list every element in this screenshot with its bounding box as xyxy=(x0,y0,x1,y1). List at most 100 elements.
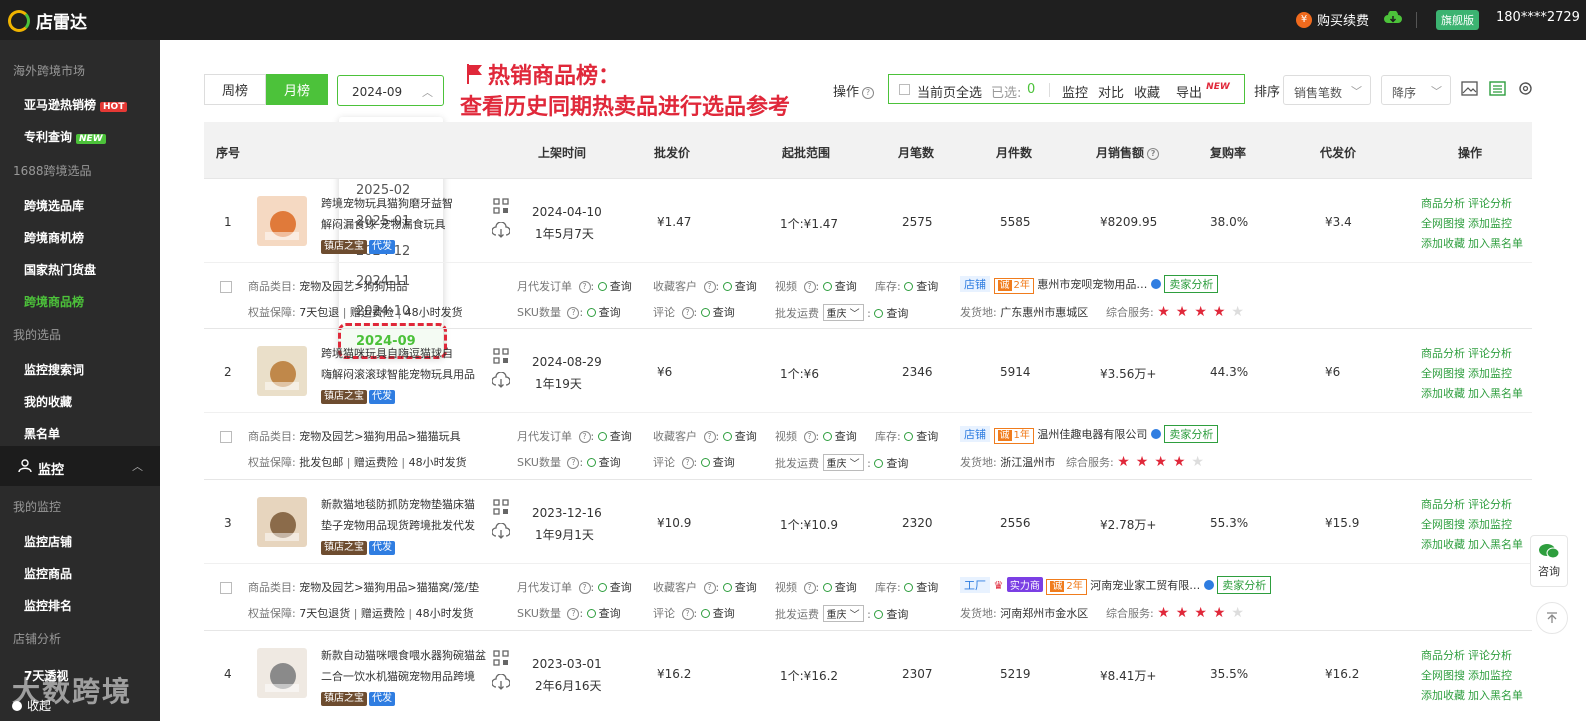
query-link[interactable]: 查询 xyxy=(823,430,857,443)
image-search-link[interactable]: 全网图搜 xyxy=(1421,667,1465,683)
user-account[interactable]: 180****2729 xyxy=(1496,10,1580,25)
query-link[interactable]: 查询 xyxy=(874,457,908,470)
review-analysis-link[interactable]: 评论分析 xyxy=(1468,195,1512,211)
product-name[interactable]: 新款自动猫咪喂食喂水器狗碗猫盆 二合一饮水机猫碗宠物用品跨境 镇店之宝 代发 xyxy=(321,645,486,708)
query-link[interactable]: 查询 xyxy=(874,608,908,621)
favorite-button[interactable]: 收藏 xyxy=(1134,82,1160,101)
product-thumbnail[interactable] xyxy=(257,346,307,396)
tab-month[interactable]: 月榜 xyxy=(266,74,328,105)
col-monthly-sales[interactable]: 月销售额? xyxy=(1096,144,1160,161)
qr-code-icon[interactable] xyxy=(493,348,509,364)
sidebar-item-selection-lib[interactable]: 跨境选品库 xyxy=(24,197,84,214)
tab-week[interactable]: 周榜 xyxy=(204,74,266,105)
sort-select[interactable]: 销售笔数 ﹀ xyxy=(1283,75,1371,105)
qr-code-icon[interactable] xyxy=(493,198,509,214)
collapse-button[interactable]: 收起 xyxy=(12,697,51,714)
sidebar-item-favorites[interactable]: 我的收藏 xyxy=(24,393,72,410)
add-monitor-link[interactable]: 添加监控 xyxy=(1468,516,1512,532)
cloud-download-icon[interactable] xyxy=(492,674,510,690)
cloud-download-icon[interactable] xyxy=(1384,11,1402,25)
add-blacklist-link[interactable]: 加入黑名单 xyxy=(1468,385,1523,401)
select-all-checkbox[interactable] xyxy=(899,84,910,95)
query-link[interactable]: 查询 xyxy=(598,430,632,443)
region-select[interactable]: 重庆 ﹀ xyxy=(822,605,864,622)
add-monitor-link[interactable]: 添加监控 xyxy=(1468,667,1512,683)
query-link[interactable]: 查询 xyxy=(701,456,735,469)
sidebar-item-amazon-hot[interactable]: 亚马逊热销榜 HOT xyxy=(24,96,128,113)
query-link[interactable]: 查询 xyxy=(701,607,735,620)
review-analysis-link[interactable]: 评论分析 xyxy=(1468,345,1512,361)
add-blacklist-link[interactable]: 加入黑名单 xyxy=(1468,536,1523,552)
monitor-button[interactable]: 监控 xyxy=(1062,82,1088,101)
add-favorite-link[interactable]: 添加收藏 xyxy=(1421,235,1465,251)
row-checkbox[interactable] xyxy=(220,431,232,443)
review-analysis-link[interactable]: 评论分析 xyxy=(1468,647,1512,663)
list-view-icon[interactable] xyxy=(1489,81,1506,96)
shop-name[interactable]: 惠州市宠呗宠物用品… xyxy=(1037,278,1147,291)
cloud-download-icon[interactable] xyxy=(492,222,510,238)
query-link[interactable]: 查询 xyxy=(598,581,632,594)
col-repurchase[interactable]: 复购率 xyxy=(1210,144,1246,161)
row-checkbox[interactable] xyxy=(220,281,232,293)
help-icon[interactable]: ? xyxy=(862,86,875,99)
shop-name[interactable]: 河南宠业家工贸有限… xyxy=(1090,579,1200,592)
col-drop-price[interactable]: 代发价 xyxy=(1320,144,1356,161)
product-thumbnail[interactable] xyxy=(257,497,307,547)
query-link[interactable]: 查询 xyxy=(823,581,857,594)
sidebar-item-opportunity[interactable]: 跨境商机榜 xyxy=(24,229,84,246)
query-link[interactable]: 查询 xyxy=(723,280,757,293)
col-listed-date[interactable]: 上架时间 xyxy=(538,144,586,161)
query-link[interactable]: 查询 xyxy=(701,306,735,319)
query-link[interactable]: 查询 xyxy=(723,430,757,443)
seller-analysis-button[interactable]: 卖家分析 xyxy=(1164,425,1219,443)
add-favorite-link[interactable]: 添加收藏 xyxy=(1421,687,1465,703)
cloud-download-icon[interactable] xyxy=(492,372,510,388)
qr-code-icon[interactable] xyxy=(493,650,509,666)
sidebar-item-monitor-shops[interactable]: 监控店铺 xyxy=(24,533,72,550)
product-thumbnail[interactable] xyxy=(257,196,307,246)
add-monitor-link[interactable]: 添加监控 xyxy=(1468,215,1512,231)
back-to-top-button[interactable] xyxy=(1536,602,1568,634)
add-favorite-link[interactable]: 添加收藏 xyxy=(1421,536,1465,552)
col-monthly-pieces[interactable]: 月件数 xyxy=(996,144,1032,161)
image-search-link[interactable]: 全网图搜 xyxy=(1421,516,1465,532)
help-icon[interactable]: ? xyxy=(1147,147,1160,160)
month-select[interactable]: 2024-09 ︿ xyxy=(337,75,444,106)
image-search-link[interactable]: 全网图搜 xyxy=(1421,215,1465,231)
sidebar-item-monitor-rank[interactable]: 监控排名 xyxy=(24,597,72,614)
region-select[interactable]: 重庆 ﹀ xyxy=(822,304,864,321)
product-name[interactable]: 跨境猫咪玩具自嗨逗猫球自 嗨解闷滚滚球智能宠物玩具用品 镇店之宝 代发 xyxy=(321,343,486,406)
product-name[interactable]: 跨境宠物玩具猫狗磨牙益智 解闷漏食球 宠物漏食玩具 镇店之宝 代发 xyxy=(321,193,486,256)
settings-icon[interactable] xyxy=(1517,81,1534,96)
region-select[interactable]: 重庆 ﹀ xyxy=(822,454,864,471)
add-blacklist-link[interactable]: 加入黑名单 xyxy=(1468,235,1523,251)
sidebar-item-monitor-keywords[interactable]: 监控搜索词 xyxy=(24,361,84,378)
seller-analysis-button[interactable]: 卖家分析 xyxy=(1164,275,1219,293)
product-name[interactable]: 新款猫地毯防抓防宠物垫猫床猫 垫子宠物用品现货跨境批发代发 镇店之宝 代发 xyxy=(321,494,486,557)
export-button[interactable]: 导出 NEW xyxy=(1176,82,1230,101)
product-thumbnail[interactable] xyxy=(257,648,307,698)
renew-button[interactable]: ¥ 购买续费 xyxy=(1296,10,1369,29)
query-link[interactable]: 查询 xyxy=(723,581,757,594)
goods-analysis-link[interactable]: 商品分析 xyxy=(1421,195,1465,211)
query-link[interactable]: 查询 xyxy=(587,306,621,319)
sidebar-item-goods-rank[interactable]: 跨境商品榜 xyxy=(24,293,84,310)
sidebar-item-country-hot[interactable]: 国家热门货盘 xyxy=(24,261,96,278)
query-link[interactable]: 查询 xyxy=(904,581,938,594)
query-link[interactable]: 查询 xyxy=(823,280,857,293)
goods-analysis-link[interactable]: 商品分析 xyxy=(1421,496,1465,512)
sidebar-item-blacklist[interactable]: 黑名单 xyxy=(24,425,60,442)
query-link[interactable]: 查询 xyxy=(874,307,908,320)
col-monthly-orders[interactable]: 月笔数 xyxy=(898,144,934,161)
compare-button[interactable]: 对比 xyxy=(1098,82,1124,101)
query-link[interactable]: 查询 xyxy=(904,430,938,443)
query-link[interactable]: 查询 xyxy=(598,280,632,293)
sidebar-item-patent[interactable]: 专利查询 NEW xyxy=(24,128,106,145)
add-monitor-link[interactable]: 添加监控 xyxy=(1468,365,1512,381)
seller-analysis-button[interactable]: 卖家分析 xyxy=(1217,576,1272,594)
row-checkbox[interactable] xyxy=(220,582,232,594)
select-all-label[interactable]: 当前页全选 xyxy=(917,82,982,101)
col-wholesale-price[interactable]: 批发价 xyxy=(654,144,690,161)
sidebar-section-monitor[interactable]: 监控 ︿ xyxy=(0,446,160,486)
order-select[interactable]: 降序 ﹀ xyxy=(1381,75,1451,105)
